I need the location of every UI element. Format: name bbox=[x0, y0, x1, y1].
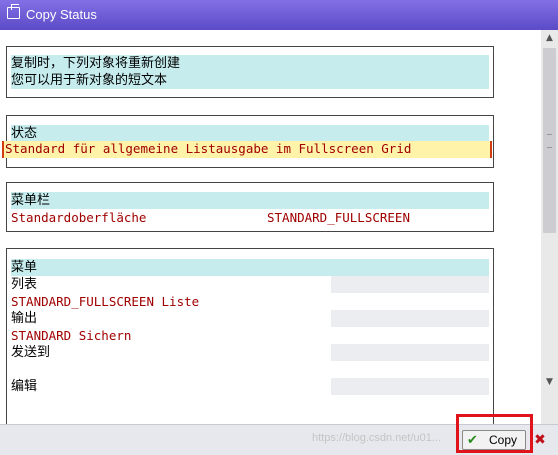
grip-icon bbox=[547, 134, 552, 148]
menu-item-text[interactable] bbox=[11, 361, 489, 378]
notice-line-2: 您可以用于新对象的短文本 bbox=[11, 72, 489, 89]
menu-item-filler bbox=[331, 344, 489, 361]
title-bar: Copy Status bbox=[0, 0, 558, 30]
menubar-text[interactable]: Standardoberfläche bbox=[11, 209, 269, 226]
menu-item-filler bbox=[331, 310, 489, 327]
status-text-input[interactable]: Standard für allgemeine Listausgabe im F… bbox=[2, 141, 492, 158]
menu-item-label: 列表 bbox=[11, 277, 38, 292]
cancel-button[interactable]: ✖ bbox=[530, 430, 550, 450]
menu-item-label: 编辑 bbox=[11, 379, 38, 394]
vertical-scrollbar[interactable]: ▲ ▼ bbox=[541, 30, 558, 424]
menu-group: 菜单 列表 STANDARD_FULLSCREEN Liste 输出 STAND… bbox=[6, 248, 494, 424]
highlight-box bbox=[456, 414, 533, 453]
scroll-down-icon[interactable]: ▼ bbox=[541, 374, 558, 390]
status-heading: 状态 bbox=[11, 125, 489, 142]
menu-item-label: 输出 bbox=[11, 311, 38, 326]
dialog-content: 复制时，下列对象将重新创建 您可以用于新对象的短文本 状态 Standard f… bbox=[0, 30, 541, 424]
menubar-group: 菜单栏 Standardoberfläche STANDARD_FULLSCRE… bbox=[6, 182, 494, 232]
notice-group: 复制时，下列对象将重新创建 您可以用于新对象的短文本 bbox=[6, 46, 494, 98]
notice-line-1: 复制时，下列对象将重新创建 bbox=[11, 55, 489, 72]
copy-icon bbox=[7, 4, 20, 19]
menubar-name: STANDARD_FULLSCREEN bbox=[267, 210, 410, 225]
menu-item-label: 发送到 bbox=[11, 345, 51, 360]
menu-item-text[interactable]: STANDARD Sichern bbox=[11, 327, 489, 344]
menu-item-text[interactable]: STANDARD_FULLSCREEN Liste bbox=[11, 293, 489, 310]
scroll-up-icon[interactable]: ▲ bbox=[541, 30, 558, 46]
window-title: Copy Status bbox=[26, 7, 97, 22]
scrollbar-thumb[interactable] bbox=[543, 48, 556, 233]
menubar-heading: 菜单栏 bbox=[11, 192, 489, 209]
menu-item-filler bbox=[331, 276, 489, 293]
close-icon: ✖ bbox=[534, 432, 546, 448]
menu-heading: 菜单 bbox=[11, 259, 489, 276]
menu-item-filler bbox=[331, 378, 489, 395]
watermark: https://blog.csdn.net/u01... bbox=[312, 432, 442, 444]
